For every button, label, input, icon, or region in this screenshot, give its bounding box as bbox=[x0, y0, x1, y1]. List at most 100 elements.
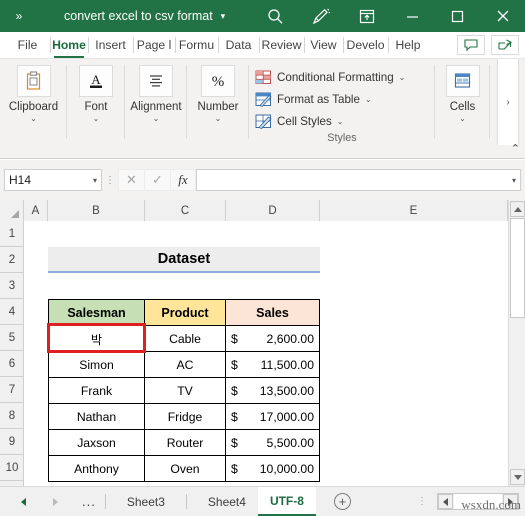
maximize-icon[interactable] bbox=[435, 0, 480, 32]
cell-product-5[interactable]: Router bbox=[144, 429, 226, 456]
currency-symbol: $ bbox=[231, 383, 238, 398]
ribbon-overflow-button[interactable]: › bbox=[497, 59, 519, 145]
conditional-formatting-button[interactable]: Conditional Formatting ⌄ bbox=[255, 66, 405, 88]
scroll-left-button[interactable] bbox=[438, 494, 453, 509]
row-header-6[interactable]: 6 bbox=[0, 351, 24, 377]
cell-header-salesman[interactable]: Salesman bbox=[48, 299, 145, 326]
enter-icon[interactable]: ✓ bbox=[144, 169, 170, 191]
row-header-2[interactable]: 2 bbox=[0, 247, 24, 273]
vertical-scrollbar[interactable] bbox=[508, 200, 525, 486]
ribbon-display-options-icon[interactable] bbox=[344, 0, 390, 32]
column-header-b[interactable]: B bbox=[48, 200, 145, 221]
select-all-corner[interactable] bbox=[0, 200, 24, 221]
row-header-1[interactable]: 1 bbox=[0, 221, 24, 247]
tab-file[interactable]: File bbox=[0, 32, 50, 58]
search-icon[interactable] bbox=[252, 0, 298, 32]
cells-caret-icon[interactable]: ⌄ bbox=[459, 114, 466, 123]
name-box-caret-icon[interactable]: ▾ bbox=[93, 176, 97, 185]
sheet-tab-utf-8[interactable]: UTF-8 bbox=[257, 487, 316, 516]
name-box[interactable]: H14 ▾ bbox=[4, 169, 102, 191]
column-header-e[interactable]: E bbox=[320, 200, 508, 221]
document-title-caret-icon[interactable]: ▾ bbox=[221, 11, 226, 22]
cell-sales-6[interactable]: $10,000.00 bbox=[225, 455, 320, 482]
insert-function-icon[interactable]: fx bbox=[170, 169, 196, 191]
tab-home[interactable]: Home bbox=[50, 32, 88, 58]
row-header-9[interactable]: 9 bbox=[0, 429, 24, 455]
formula-input[interactable]: ▾ bbox=[196, 169, 521, 191]
minimize-icon[interactable] bbox=[390, 0, 435, 32]
alignment-button[interactable]: Alignment ⌄ bbox=[125, 59, 187, 123]
cell-product-2[interactable]: AC bbox=[144, 351, 226, 378]
row-header-3[interactable]: 3 bbox=[0, 273, 24, 299]
formula-expand-icon[interactable]: ▾ bbox=[512, 176, 516, 185]
cell-product-1[interactable]: Cable bbox=[144, 325, 226, 352]
tab-page-layout[interactable]: Page l bbox=[133, 32, 175, 58]
cell-salesman-3[interactable]: Frank bbox=[48, 377, 145, 404]
cell-styles-button[interactable]: Cell Styles ⌄ bbox=[255, 110, 405, 132]
format-as-table-button[interactable]: Format as Table ⌄ bbox=[255, 88, 405, 110]
number-button[interactable]: % Number ⌄ bbox=[187, 59, 249, 123]
cell-salesman-1[interactable]: 박 bbox=[48, 325, 145, 352]
cell-salesman-6[interactable]: Anthony bbox=[48, 455, 145, 482]
chevron-down-icon[interactable]: ⌄ bbox=[337, 117, 344, 126]
currency-symbol: $ bbox=[231, 331, 238, 346]
vertical-scroll-thumb[interactable] bbox=[510, 218, 525, 318]
chevron-down-icon[interactable]: ⌄ bbox=[399, 73, 406, 82]
tab-view[interactable]: View bbox=[304, 32, 343, 58]
ink-pen-icon[interactable] bbox=[298, 0, 344, 32]
cell-sales-3[interactable]: $13,500.00 bbox=[225, 377, 320, 404]
column-header-c[interactable]: C bbox=[145, 200, 226, 221]
cells-icon bbox=[445, 65, 480, 97]
alignment-caret-icon[interactable]: ⌄ bbox=[153, 114, 160, 123]
formula-bar-handle[interactable]: ⋮ bbox=[102, 175, 118, 186]
cancel-icon[interactable]: ✕ bbox=[118, 169, 144, 191]
cell-product-6[interactable]: Oven bbox=[144, 455, 226, 482]
cell-sales-2[interactable]: $11,500.00 bbox=[225, 351, 320, 378]
tab-data[interactable]: Data bbox=[218, 32, 259, 58]
next-sheet-button[interactable] bbox=[50, 496, 60, 508]
tab-help[interactable]: Help bbox=[388, 32, 428, 58]
cell-salesman-4[interactable]: Nathan bbox=[48, 403, 145, 430]
row-header-5[interactable]: 5 bbox=[0, 325, 24, 351]
add-sheet-button[interactable]: + bbox=[333, 493, 351, 510]
chevron-down-icon[interactable]: ⌄ bbox=[365, 95, 372, 104]
cell-sales-5[interactable]: $5,500.00 bbox=[225, 429, 320, 456]
row-header-8[interactable]: 8 bbox=[0, 403, 24, 429]
tab-developer[interactable]: Develo bbox=[343, 32, 388, 58]
cell-header-sales[interactable]: Sales bbox=[225, 299, 320, 326]
cell-title-dataset[interactable]: Dataset bbox=[48, 247, 320, 273]
row-header-7[interactable]: 7 bbox=[0, 377, 24, 403]
cells-button[interactable]: Cells ⌄ bbox=[435, 59, 490, 123]
font-button[interactable]: A Font ⌄ bbox=[67, 59, 125, 123]
quick-access-chevron[interactable]: » bbox=[0, 0, 38, 32]
font-caret-icon[interactable]: ⌄ bbox=[93, 114, 100, 123]
share-button[interactable] bbox=[491, 35, 519, 55]
comments-button[interactable] bbox=[457, 35, 485, 55]
column-header-d[interactable]: D bbox=[226, 200, 320, 221]
sheet-list-ellipsis[interactable]: ... bbox=[82, 494, 96, 509]
row-header-10[interactable]: 10 bbox=[0, 455, 24, 481]
sheet-tab-sheet4[interactable]: Sheet4 bbox=[196, 487, 258, 516]
previous-sheet-button[interactable] bbox=[18, 496, 28, 508]
cell-salesman-2[interactable]: Simon bbox=[48, 351, 145, 378]
clipboard-caret-icon[interactable]: ⌄ bbox=[30, 114, 37, 123]
cell-sales-4[interactable]: $17,000.00 bbox=[225, 403, 320, 430]
ribbon-collapse-icon[interactable]: ⌃ bbox=[511, 142, 520, 155]
column-header-a[interactable]: A bbox=[24, 200, 48, 221]
tab-formulas[interactable]: Formu bbox=[175, 32, 218, 58]
tab-bar-handle[interactable]: ⋮ bbox=[417, 496, 427, 507]
cell-sales-1[interactable]: $2,600.00 bbox=[225, 325, 320, 352]
close-icon[interactable] bbox=[480, 0, 525, 32]
clipboard-button[interactable]: Clipboard ⌄ bbox=[0, 59, 67, 123]
cell-product-4[interactable]: Fridge bbox=[144, 403, 226, 430]
tab-insert[interactable]: Insert bbox=[88, 32, 133, 58]
cell-salesman-5[interactable]: Jaxson bbox=[48, 429, 145, 456]
scroll-up-button[interactable] bbox=[510, 201, 525, 217]
cell-header-product[interactable]: Product bbox=[144, 299, 226, 326]
sheet-tab-sheet3[interactable]: Sheet3 bbox=[115, 487, 177, 516]
cell-product-3[interactable]: TV bbox=[144, 377, 226, 404]
scroll-down-button[interactable] bbox=[510, 469, 525, 485]
tab-review[interactable]: Review bbox=[259, 32, 304, 58]
row-header-4[interactable]: 4 bbox=[0, 299, 24, 325]
number-caret-icon[interactable]: ⌄ bbox=[215, 114, 222, 123]
